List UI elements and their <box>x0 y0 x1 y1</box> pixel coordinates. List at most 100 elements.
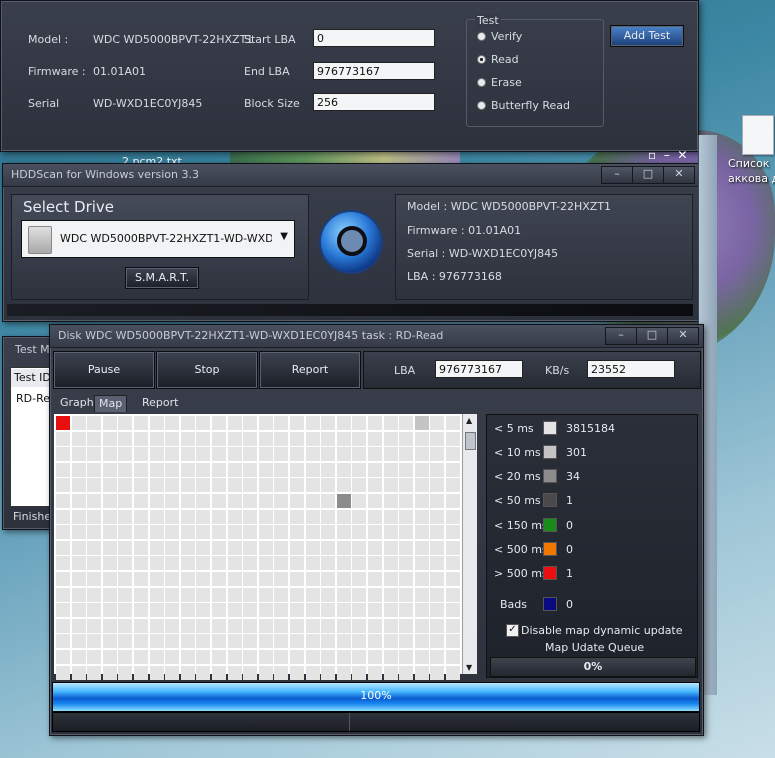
minimize-button[interactable]: – <box>601 166 633 184</box>
map-cell <box>305 540 320 555</box>
map-cell <box>227 540 242 555</box>
map-cell <box>446 478 460 493</box>
map-cell <box>336 447 351 462</box>
map-cell <box>149 603 164 618</box>
map-cell <box>134 525 148 540</box>
info-lba: LBA : 976773168 <box>407 270 502 283</box>
radio-dot-selected[interactable] <box>477 55 486 64</box>
scan-logo-icon[interactable] <box>321 212 381 272</box>
close-button[interactable]: ✕ <box>667 327 699 345</box>
map-cell <box>290 447 304 462</box>
desktop-icon-label[interactable]: Список аккова д <box>728 156 775 186</box>
map-cell <box>87 431 102 446</box>
map-cell <box>149 556 164 571</box>
tab-graph[interactable]: Graph <box>56 395 98 411</box>
map-cell <box>305 494 320 508</box>
map-cell <box>274 478 289 493</box>
map-cell <box>290 603 304 618</box>
test-status: Finishe <box>13 510 52 523</box>
map-cell <box>102 431 117 446</box>
drive-select[interactable]: WDC WD5000BPVT-22HXZT1-WD-WXD1EC0 ▼ <box>21 220 295 258</box>
map-cell <box>118 431 133 446</box>
map-cell <box>243 447 258 462</box>
radio-butterfly-read[interactable]: Butterfly Read <box>477 99 570 112</box>
test-group-label: Test <box>475 14 501 27</box>
map-cell <box>274 416 289 430</box>
legend-label: < 50 ms <box>494 494 541 507</box>
map-cell <box>149 540 164 555</box>
tab-report[interactable]: Report <box>138 395 182 411</box>
maximize-button[interactable]: □ <box>636 327 668 345</box>
map-cell <box>165 572 180 586</box>
smart-button[interactable]: S.M.A.R.T. <box>125 267 199 289</box>
map-cell <box>399 525 414 540</box>
radio-dot[interactable] <box>477 32 486 41</box>
info-serial: Serial : WD-WXD1EC0YJ845 <box>407 247 559 260</box>
radio-erase-label: Erase <box>491 76 522 89</box>
legend-label: < 150 ms <box>494 519 548 532</box>
radio-erase[interactable]: Erase <box>477 76 522 89</box>
disk-title: Disk WDC WD5000BPVT-22HXZT1-WD-WXD1EC0YJ… <box>58 329 444 342</box>
map-cell <box>368 431 382 446</box>
map-cell <box>258 603 273 618</box>
test-id-column-header[interactable]: Test ID <box>11 369 53 387</box>
map-cell <box>336 572 351 586</box>
start-lba-input[interactable]: 0 <box>313 29 435 47</box>
map-cell <box>87 447 102 462</box>
test-panel-window: Model : WDC WD5000BPVT-22HXZT1 Firmware … <box>0 0 699 152</box>
map-cell <box>336 618 351 633</box>
map-cell <box>56 603 70 618</box>
map-cell <box>149 509 164 524</box>
scroll-thumb[interactable] <box>465 432 476 450</box>
map-cell <box>368 509 382 524</box>
legend-swatch <box>543 493 557 507</box>
map-cell <box>180 416 195 430</box>
map-cell <box>352 525 367 540</box>
block-size-input[interactable]: 256 <box>313 93 435 111</box>
minimize-button[interactable]: – <box>605 327 637 345</box>
radio-verify[interactable]: Verify <box>477 30 522 43</box>
radio-dot[interactable] <box>477 101 486 110</box>
chevron-down-icon[interactable]: ▼ <box>280 231 288 242</box>
radio-dot[interactable] <box>477 78 486 87</box>
map-cell <box>290 556 304 571</box>
maximize-button[interactable]: □ <box>632 166 664 184</box>
map-cell <box>243 462 258 477</box>
map-cell <box>149 665 164 680</box>
test-row[interactable]: RD-Re <box>16 392 50 405</box>
map-cell <box>336 665 351 680</box>
kbs-field[interactable]: 23552 <box>587 360 675 378</box>
tab-map[interactable]: Map <box>94 395 128 412</box>
lba-field[interactable]: 976773167 <box>435 360 523 378</box>
block-size-label: Block Size <box>244 97 300 110</box>
scroll-down-icon[interactable]: ▼ <box>466 663 472 672</box>
report-button[interactable]: Report <box>259 351 361 389</box>
end-lba-input[interactable]: 976773167 <box>313 62 435 80</box>
map-cell <box>414 572 429 586</box>
scroll-up-icon[interactable]: ▲ <box>466 416 472 425</box>
radio-read[interactable]: Read <box>477 53 519 66</box>
map-cell <box>414 556 429 571</box>
map-cell <box>118 587 133 602</box>
map-cell <box>368 665 382 680</box>
radio-butterfly-label: Butterfly Read <box>491 99 571 112</box>
add-test-button[interactable]: Add Test <box>610 25 684 47</box>
map-cell <box>102 572 117 586</box>
pause-button[interactable]: Pause <box>53 351 155 389</box>
map-cell <box>258 478 273 493</box>
map-scrollbar[interactable]: ▲ ▼ <box>462 414 477 674</box>
text-file-icon[interactable] <box>742 115 774 155</box>
disable-update-checkbox[interactable]: ✓ <box>506 624 519 637</box>
map-cell <box>243 618 258 633</box>
map-cell <box>321 618 336 633</box>
map-cell <box>212 634 226 649</box>
map-cell <box>71 618 86 633</box>
map-cell <box>71 525 86 540</box>
map-cell <box>399 603 414 618</box>
stop-button[interactable]: Stop <box>156 351 258 389</box>
map-cell <box>383 618 398 633</box>
map-cell <box>56 416 70 430</box>
map-cell <box>212 509 226 524</box>
map-cell <box>71 494 86 508</box>
close-button[interactable]: ✕ <box>663 166 695 184</box>
